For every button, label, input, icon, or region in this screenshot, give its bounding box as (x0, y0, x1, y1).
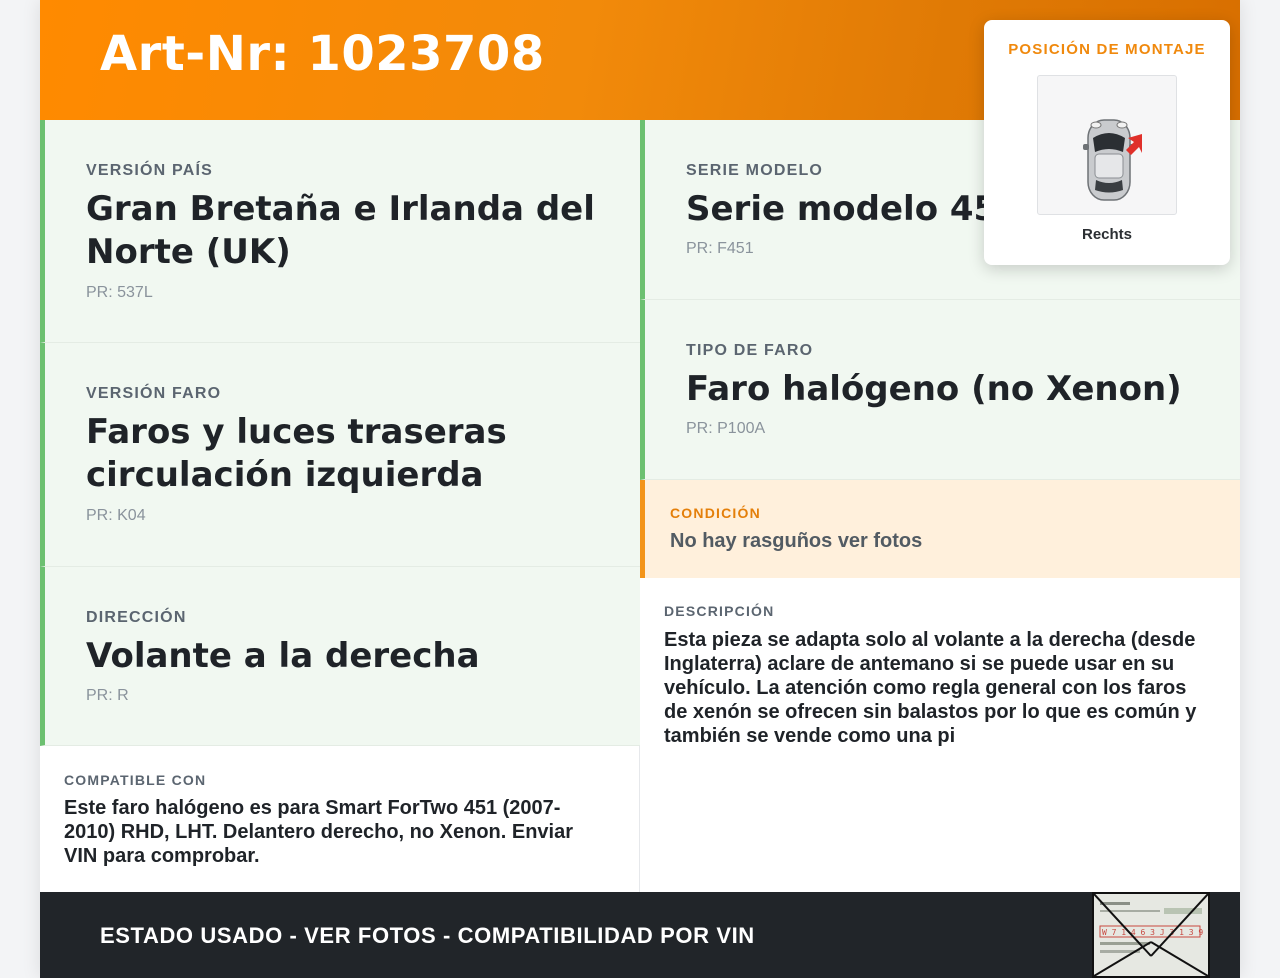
info-label: VERSIÓN PAÍS (86, 162, 214, 179)
mount-position-card: POSICIÓN DE MONTAJE Rechts (984, 20, 1230, 265)
pr-code: PR: R (86, 687, 129, 704)
pr-code: PR: P100A (686, 420, 766, 437)
info-label: SERIE MODELO (686, 162, 824, 179)
mount-position-value: Rechts (1081, 226, 1133, 243)
info-cell-headlight-version: VERSIÓN FARO Faros y luces traseras circ… (40, 343, 640, 567)
info-value: Volante a la derecha (86, 636, 480, 676)
condition-box: CONDICIÓN No hay rasguños ver fotos (640, 480, 1240, 578)
info-value: Faros y luces traseras circulación izqui… (86, 412, 507, 495)
mount-position-label: POSICIÓN DE MONTAJE (1008, 41, 1206, 58)
description-label: DESCRIPCIÓN (664, 603, 775, 619)
description-text: Esta pieza se adapta solo al volante a l… (664, 629, 1197, 747)
compatible-label: COMPATIBLE CON (64, 772, 207, 788)
info-cell-country-version: VERSIÓN PAÍS Gran Bretaña e Irlanda del … (40, 120, 640, 343)
document-image: W 7 1 4 6 3 J 3 1 3 9 7 (1094, 894, 1208, 976)
condition-value: No hay rasguños ver fotos (670, 530, 923, 552)
info-cell-headlight-type: TIPO DE FARO Faro halógeno (no Xenon) PR… (640, 300, 1240, 480)
footer-bar: ESTADO USADO - VER FOTOS - COMPATIBILIDA… (40, 892, 1240, 978)
info-label: TIPO DE FARO (686, 342, 814, 359)
pr-code: PR: 537L (86, 284, 153, 301)
article-number-title: Art-Nr: 1023708 (100, 26, 545, 82)
info-label: DIRECCIÓN (86, 609, 187, 626)
info-value: Gran Bretaña e Irlanda del Norte (UK) (86, 189, 595, 272)
pr-code: PR: F451 (686, 240, 754, 257)
vin-text: W 7 1 4 6 3 J 3 1 3 9 7 (1102, 928, 1208, 937)
info-label: VERSIÓN FARO (86, 385, 222, 402)
description-section: DESCRIPCIÓN Esta pieza se adapta solo al… (640, 578, 1240, 892)
car-top-view-icon (1083, 119, 1142, 201)
compatible-section: COMPATIBLE CON Este faro halógeno es par… (40, 746, 639, 892)
column-divider (639, 746, 640, 892)
pr-code: PR: K04 (86, 507, 146, 524)
info-value: Faro halógeno (no Xenon) (686, 369, 1182, 409)
registration-document-thumbnail[interactable]: W 7 1 4 6 3 J 3 1 3 9 7 (1092, 892, 1210, 978)
info-cell-steering: DIRECCIÓN Volante a la derecha PR: R (40, 567, 640, 746)
footer-status-text: ESTADO USADO - VER FOTOS - COMPATIBILIDA… (100, 923, 755, 948)
mount-position-image (1037, 75, 1177, 215)
condition-label: CONDICIÓN (670, 505, 761, 521)
compatible-text: Este faro halógeno es para Smart ForTwo … (64, 797, 574, 867)
